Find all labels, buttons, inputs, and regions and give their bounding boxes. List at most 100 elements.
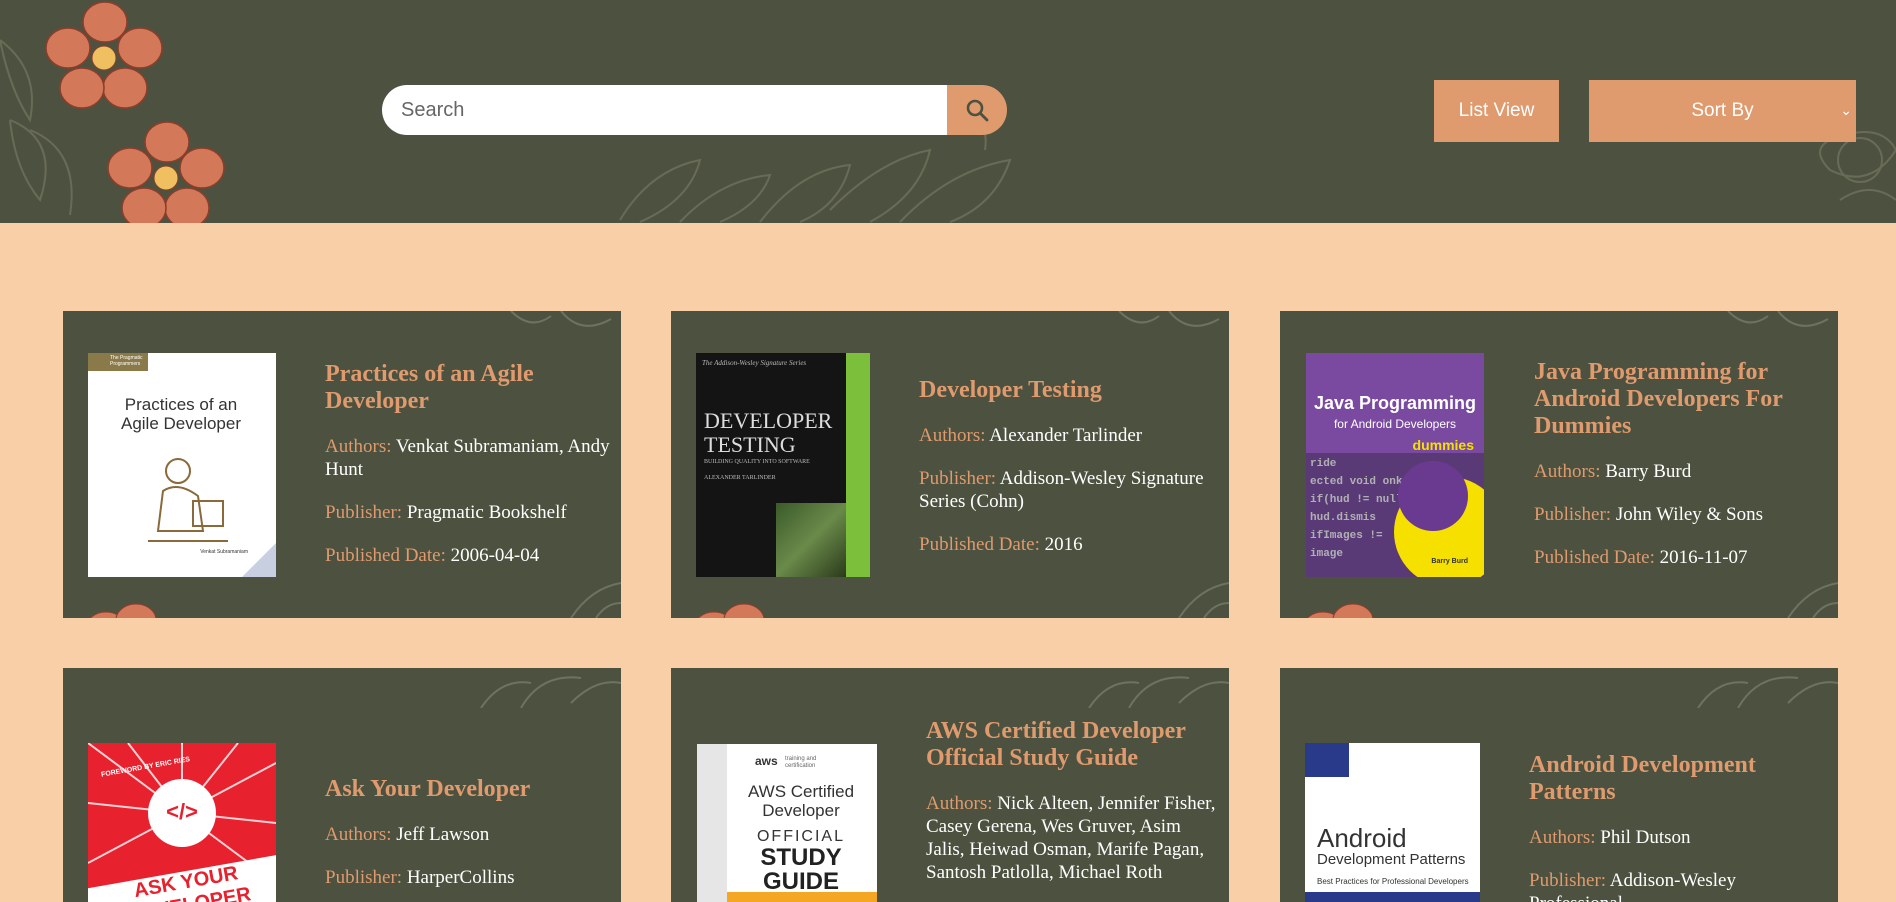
book-title[interactable]: Java Programming for Android Developers … (1534, 359, 1829, 440)
publisher-value: John Wiley & Sons (1615, 504, 1764, 525)
published-date-label: Published Date: (325, 545, 446, 566)
authors-value: Barry Burd (1605, 461, 1692, 482)
book-authors: Authors: Jeff Lawson (325, 823, 610, 846)
cover-brand-sub: training and certification (785, 756, 817, 769)
cover-subtitle: for Android Developers (1333, 417, 1457, 431)
sort-by-label: Sort By (1691, 100, 1754, 121)
book-card[interactable]: The Pragmatic Programmers Practices of a… (63, 311, 621, 618)
published-date-label: Published Date: (919, 534, 1040, 555)
authors-label: Authors: (1529, 827, 1596, 848)
authors-label: Authors: (919, 425, 986, 446)
book-card[interactable]: Android Development Patterns Best Practi… (1280, 668, 1838, 902)
authors-value: Alexander Tarlinder (989, 425, 1143, 446)
authors-label: Authors: (325, 824, 392, 845)
book-publisher: Publisher: Addison-Wesley Signature Seri… (919, 467, 1209, 513)
publisher-label: Publisher: (1534, 504, 1612, 525)
authors-label: Authors: (1534, 461, 1601, 482)
flower-decoration (697, 603, 765, 618)
authors-label: Authors: (926, 793, 993, 814)
cover-title: Practices of an Agile Developer (120, 395, 241, 433)
cover-brand: aws (755, 754, 778, 768)
book-cover[interactable]: The Pragmatic Programmers Practices of a… (88, 353, 276, 577)
cover-title: Developer Testing (704, 408, 833, 457)
search-bar (382, 85, 1007, 135)
book-cover[interactable]: Java Programming for Android Developers … (1306, 353, 1484, 577)
published-date-value: 2006-04-04 (450, 545, 540, 566)
book-published-date: Published Date: 2016-11-07 (1534, 546, 1829, 569)
leaf-decoration (510, 311, 612, 327)
publisher-label: Publisher: (325, 502, 403, 523)
publisher-label: Publisher: (325, 867, 403, 888)
cover-author: Barry Burd (1431, 558, 1468, 565)
published-date-value: 2016 (1044, 534, 1083, 555)
book-card[interactable]: FOREWORD BY ERIC RIES </> ASK YOUR DEVEL… (63, 668, 621, 902)
book-cover[interactable]: FOREWORD BY ERIC RIES </> ASK YOUR DEVEL… (88, 743, 276, 902)
search-icon (966, 99, 989, 122)
book-authors: Authors: Phil Dutson (1529, 826, 1829, 849)
leaf-decoration (1727, 311, 1829, 327)
chevron-down-icon: ⌄ (1840, 102, 1852, 118)
book-publisher: Publisher: HarperCollins (325, 866, 610, 889)
book-authors: Authors: Alexander Tarlinder (919, 424, 1209, 447)
book-publisher: Publisher: Addison-Wesley Professional (1529, 869, 1829, 902)
book-title[interactable]: Android Development Patterns (1529, 752, 1829, 806)
book-info: Practices of an Agile Developer Authors:… (325, 361, 610, 587)
book-title[interactable]: Practices of an Agile Developer (325, 361, 610, 415)
book-published-date: Published Date: 2006-04-04 (325, 544, 610, 567)
cover-title: Android (1317, 823, 1407, 853)
book-cover[interactable]: Android Development Patterns Best Practi… (1305, 743, 1480, 902)
book-published-date: Published Date: 2016 (919, 533, 1209, 556)
leaf-decoration (1697, 676, 1838, 708)
book-title[interactable]: AWS Certified Developer Official Study G… (926, 718, 1216, 772)
book-info: Android Development Patterns Authors: Ph… (1529, 752, 1829, 902)
book-card[interactable]: The Addison-Wesley Signature Series Deve… (671, 311, 1229, 618)
search-button[interactable] (947, 85, 1007, 135)
book-publisher: Publisher: John Wiley & Sons (1534, 503, 1829, 526)
authors-label: Authors: (325, 436, 392, 457)
authors-value: Phil Dutson (1600, 827, 1691, 848)
cover-brand: dummies (1412, 437, 1474, 453)
authors-value: Jeff Lawson (396, 824, 490, 845)
book-cover[interactable]: The Addison-Wesley Signature Series Deve… (696, 353, 870, 577)
cover-symbol: </> (166, 799, 198, 824)
publisher-label: Publisher: (919, 468, 997, 489)
flower-decoration (45, 1, 163, 109)
book-info: Java Programming for Android Developers … (1534, 359, 1829, 589)
book-authors: Authors: Nick Alteen, Jennifer Fisher, C… (926, 792, 1216, 884)
book-title[interactable]: Ask Your Developer (325, 776, 610, 803)
book-card[interactable]: aws training and certification AWS Certi… (671, 668, 1229, 902)
book-authors: Authors: Barry Burd (1534, 460, 1829, 483)
cover-title: Java Programming (1313, 393, 1477, 413)
publisher-label: Publisher: (1529, 870, 1607, 891)
flower-decoration (1306, 603, 1374, 618)
leaf-decoration (1088, 676, 1229, 708)
book-cover[interactable]: aws training and certification AWS Certi… (697, 744, 877, 902)
book-title[interactable]: Developer Testing (919, 377, 1209, 404)
published-date-value: 2016-11-07 (1659, 547, 1748, 568)
sort-by-select[interactable]: Sort By ⌄ (1589, 80, 1856, 142)
cover-subtitle: Development Patterns (1317, 851, 1466, 868)
search-input[interactable] (382, 85, 947, 135)
cover-author: Alexander Tarlinder (704, 475, 776, 481)
flower-decoration (89, 603, 157, 618)
leaf-decoration (1118, 311, 1220, 327)
book-info: Developer Testing Authors: Alexander Tar… (919, 377, 1209, 576)
header: List View Sort By ⌄ (0, 0, 1896, 223)
cover-title: AWS Certified Developer (747, 782, 855, 820)
cover-illustration (148, 458, 228, 542)
cover-series: The Pragmatic Programmers (110, 355, 143, 367)
cover-author: Venkat Subramaniam (200, 549, 248, 555)
book-authors: Authors: Venkat Subramaniam, Andy Hunt (325, 435, 610, 481)
cover-series: The Addison-Wesley Signature Series (702, 359, 807, 367)
leaf-decoration (480, 676, 621, 708)
published-date-label: Published Date: (1534, 547, 1655, 568)
publisher-value: Pragmatic Bookshelf (406, 502, 567, 523)
publisher-value: HarperCollins (406, 867, 515, 888)
list-view-button[interactable]: List View (1434, 80, 1559, 142)
flower-decoration (107, 121, 225, 223)
book-info: AWS Certified Developer Official Study G… (926, 718, 1216, 902)
cover-tagline: Best Practices for Professional Develope… (1317, 877, 1469, 886)
book-card[interactable]: Java Programming for Android Developers … (1280, 311, 1838, 618)
cover-subtitle: Building Quality into Software (704, 459, 810, 465)
book-publisher: Publisher: Pragmatic Bookshelf (325, 501, 610, 524)
